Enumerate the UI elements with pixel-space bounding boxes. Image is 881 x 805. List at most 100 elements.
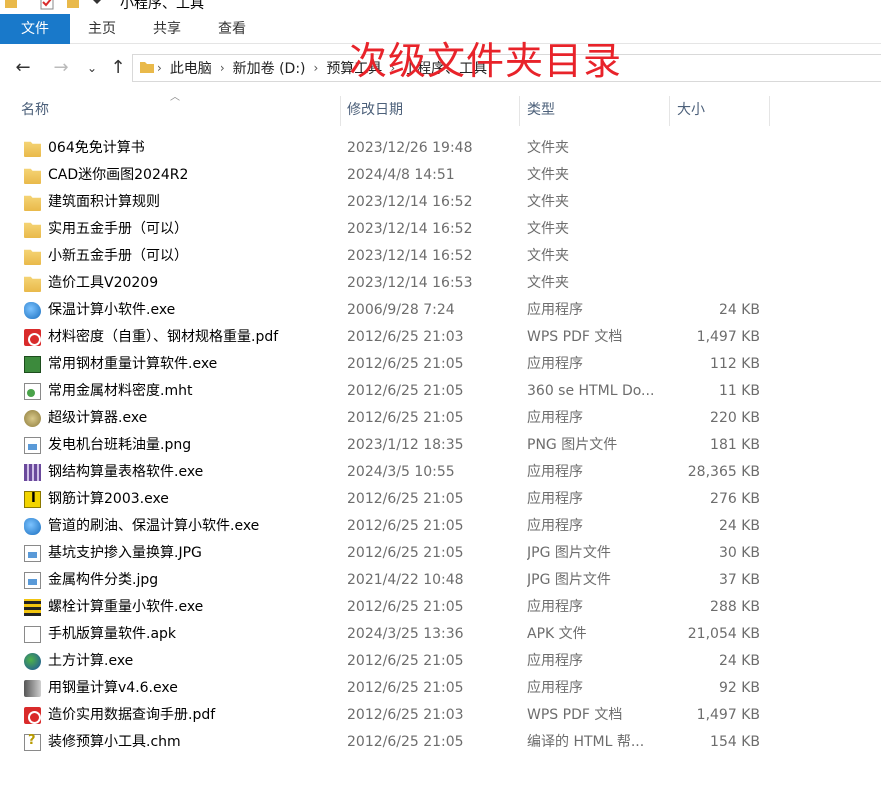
file-row[interactable]: 造价工具V20209 2023/12/14 16:53 文件夹 xyxy=(0,270,881,297)
file-modified-date: 2012/6/25 21:05 xyxy=(347,734,464,750)
tab-view[interactable]: 查看 xyxy=(212,14,252,44)
file-type: 文件夹 xyxy=(527,194,569,210)
folder-icon xyxy=(24,222,41,238)
file-modified-date: 2012/6/25 21:05 xyxy=(347,680,464,696)
file-size xyxy=(670,189,760,216)
file-modified-date: 2012/6/25 21:05 xyxy=(347,356,464,372)
file-row[interactable]: 小新五金手册（可以） 2023/12/14 16:52 文件夹 xyxy=(0,243,881,270)
file-row[interactable]: 用钢量计算v4.6.exe 2012/6/25 21:05 应用程序 92 KB xyxy=(0,675,881,702)
file-size: 37 KB xyxy=(718,572,760,588)
file-modified-date: 2023/12/26 19:48 xyxy=(347,140,473,156)
tab-share[interactable]: 共享 xyxy=(147,14,187,44)
tab-home[interactable]: 主页 xyxy=(82,14,122,44)
file-type: 文件夹 xyxy=(527,275,569,291)
file-size: 11 KB xyxy=(718,383,760,399)
chm-icon xyxy=(24,733,41,751)
file-name: 土方计算.exe xyxy=(48,653,134,669)
column-divider[interactable] xyxy=(769,96,770,126)
file-type: WPS PDF 文档 xyxy=(527,707,623,723)
file-row[interactable]: 基坑支护掺入量换算.JPG 2012/6/25 21:05 JPG 图片文件 30 K… xyxy=(0,540,881,567)
up-arrow-icon[interactable]: ↑ xyxy=(106,56,130,80)
file-row[interactable]: 常用金属材料密度.mht 2012/6/25 21:05 360 se HTML D… xyxy=(0,378,881,405)
column-header-size[interactable]: 大小 xyxy=(671,96,769,126)
file-row[interactable]: 手机版算量软件.apk 2024/3/25 13:36 APK 文件 21,054 K… xyxy=(0,621,881,648)
column-divider[interactable] xyxy=(669,96,670,126)
file-name: 造价工具V20209 xyxy=(48,275,159,291)
recent-locations-chevron-icon[interactable]: ⌄ xyxy=(80,56,104,80)
file-name: 保温计算小软件.exe xyxy=(48,302,176,318)
file-size: 92 KB xyxy=(718,680,760,696)
file-row[interactable]: 保温计算小软件.exe 2006/9/28 7:24 应用程序 24 KB xyxy=(0,297,881,324)
image-icon xyxy=(24,545,41,562)
column-divider[interactable] xyxy=(519,96,520,126)
file-size: 24 KB xyxy=(718,653,760,669)
forward-arrow-icon[interactable]: → xyxy=(49,56,73,80)
file-row[interactable]: 管道的刷油、保温计算小软件.exe 2012/6/25 21:05 应用程序 24 K… xyxy=(0,513,881,540)
tab-file[interactable]: 文件 xyxy=(0,14,70,44)
column-header-row: ︿ 名称 修改日期 类型 大小 xyxy=(0,92,881,126)
file-size xyxy=(670,162,760,189)
grid-app-icon xyxy=(24,464,41,481)
file-size: 1,497 KB xyxy=(696,329,760,345)
customize-toolbar-icon[interactable] xyxy=(92,0,102,10)
file-modified-date: 2012/6/25 21:03 xyxy=(347,707,464,723)
file-type: WPS PDF 文档 xyxy=(527,329,623,345)
file-row[interactable]: 064免免计算书 2023/12/26 19:48 文件夹 xyxy=(0,135,881,162)
file-row[interactable]: 超级计算器.exe 2012/6/25 21:05 应用程序 220 KB xyxy=(0,405,881,432)
file-type: 文件夹 xyxy=(527,140,569,156)
file-row[interactable]: 螺栓计算重量小软件.exe 2012/6/25 21:05 应用程序 288 KB xyxy=(0,594,881,621)
file-type: 编译的 HTML 帮... xyxy=(527,734,645,750)
file-modified-date: 2023/12/14 16:52 xyxy=(347,221,473,237)
column-header-date[interactable]: 修改日期 xyxy=(341,96,519,126)
file-name: 用钢量计算v4.6.exe xyxy=(48,680,178,696)
file-name: 材料密度（自重）、钢材规格重量.pdf xyxy=(48,329,279,345)
file-type: APK 文件 xyxy=(527,626,587,642)
file-row[interactable]: 发电机台班耗油量.png 2023/1/12 18:35 PNG 图片文件 181 K… xyxy=(0,432,881,459)
breadcrumb-drive[interactable]: 新加卷 (D:) xyxy=(227,58,312,78)
file-modified-date: 2024/3/25 13:36 xyxy=(347,626,464,642)
bolt-app-icon xyxy=(24,599,41,616)
file-row[interactable]: CAD迷你画图2024R2 2024/4/8 14:51 文件夹 xyxy=(0,162,881,189)
file-size xyxy=(670,135,760,162)
file-modified-date: 2012/6/25 21:03 xyxy=(347,329,464,345)
file-modified-date: 2012/6/25 21:05 xyxy=(347,653,464,669)
file-row[interactable]: 金属构件分类.jpg 2021/4/22 10:48 JPG 图片文件 37 KB xyxy=(0,567,881,594)
file-row[interactable]: 土方计算.exe 2012/6/25 21:05 应用程序 24 KB xyxy=(0,648,881,675)
file-row[interactable]: 建筑面积计算规则 2023/12/14 16:52 文件夹 xyxy=(0,189,881,216)
file-row[interactable]: 钢筋计算2003.exe 2012/6/25 21:05 应用程序 276 KB xyxy=(0,486,881,513)
file-size xyxy=(670,243,760,270)
column-header-type[interactable]: 类型 xyxy=(521,96,669,126)
mht-icon xyxy=(24,383,41,400)
breadcrumb-this-pc[interactable]: 此电脑 xyxy=(164,58,218,78)
file-row[interactable]: 钢结构算量表格软件.exe 2024/3/5 10:55 应用程序 28,365 KB xyxy=(0,459,881,486)
file-name: 实用五金手册（可以） xyxy=(48,221,188,237)
file-type: 应用程序 xyxy=(527,356,583,372)
file-size: 24 KB xyxy=(718,518,760,534)
file-row[interactable]: 常用钢材重量计算软件.exe 2012/6/25 21:05 应用程序 112 KB xyxy=(0,351,881,378)
file-modified-date: 2023/1/12 18:35 xyxy=(347,437,464,453)
properties-check-icon[interactable] xyxy=(40,0,54,10)
file-row[interactable]: 实用五金手册（可以） 2023/12/14 16:52 文件夹 xyxy=(0,216,881,243)
pdf-icon xyxy=(24,329,41,346)
globe-icon xyxy=(24,653,41,670)
annotation-overlay-title: 次级文件夹目录 xyxy=(349,39,623,83)
file-type: 应用程序 xyxy=(527,599,583,615)
file-type: JPG 图片文件 xyxy=(527,572,611,588)
file-type: 应用程序 xyxy=(527,680,583,696)
file-row[interactable]: 材料密度（自重）、钢材规格重量.pdf 2012/6/25 21:03 WPS PD… xyxy=(0,324,881,351)
new-folder-icon[interactable] xyxy=(66,0,80,10)
back-arrow-icon[interactable]: ← xyxy=(11,56,35,80)
file-type: 文件夹 xyxy=(527,248,569,264)
app-icon xyxy=(24,518,41,535)
column-header-name[interactable]: 名称 xyxy=(15,96,340,126)
file-size: 1,497 KB xyxy=(696,707,760,723)
quick-access-folder-icon[interactable] xyxy=(4,0,18,10)
file-type: PNG 图片文件 xyxy=(527,437,618,453)
folder-icon xyxy=(24,168,41,184)
title-bar: 小程序、工具 xyxy=(0,0,881,14)
file-modified-date: 2012/6/25 21:05 xyxy=(347,383,464,399)
file-row[interactable]: 造价实用数据查询手册.pdf 2012/6/25 21:03 WPS PDF 文档 1… xyxy=(0,702,881,729)
file-row[interactable]: 装修预算小工具.chm 2012/6/25 21:05 编译的 HTML 帮... 1… xyxy=(0,729,881,756)
file-name: 金属构件分类.jpg xyxy=(48,572,159,588)
file-type: 360 se HTML Do... xyxy=(527,383,655,399)
